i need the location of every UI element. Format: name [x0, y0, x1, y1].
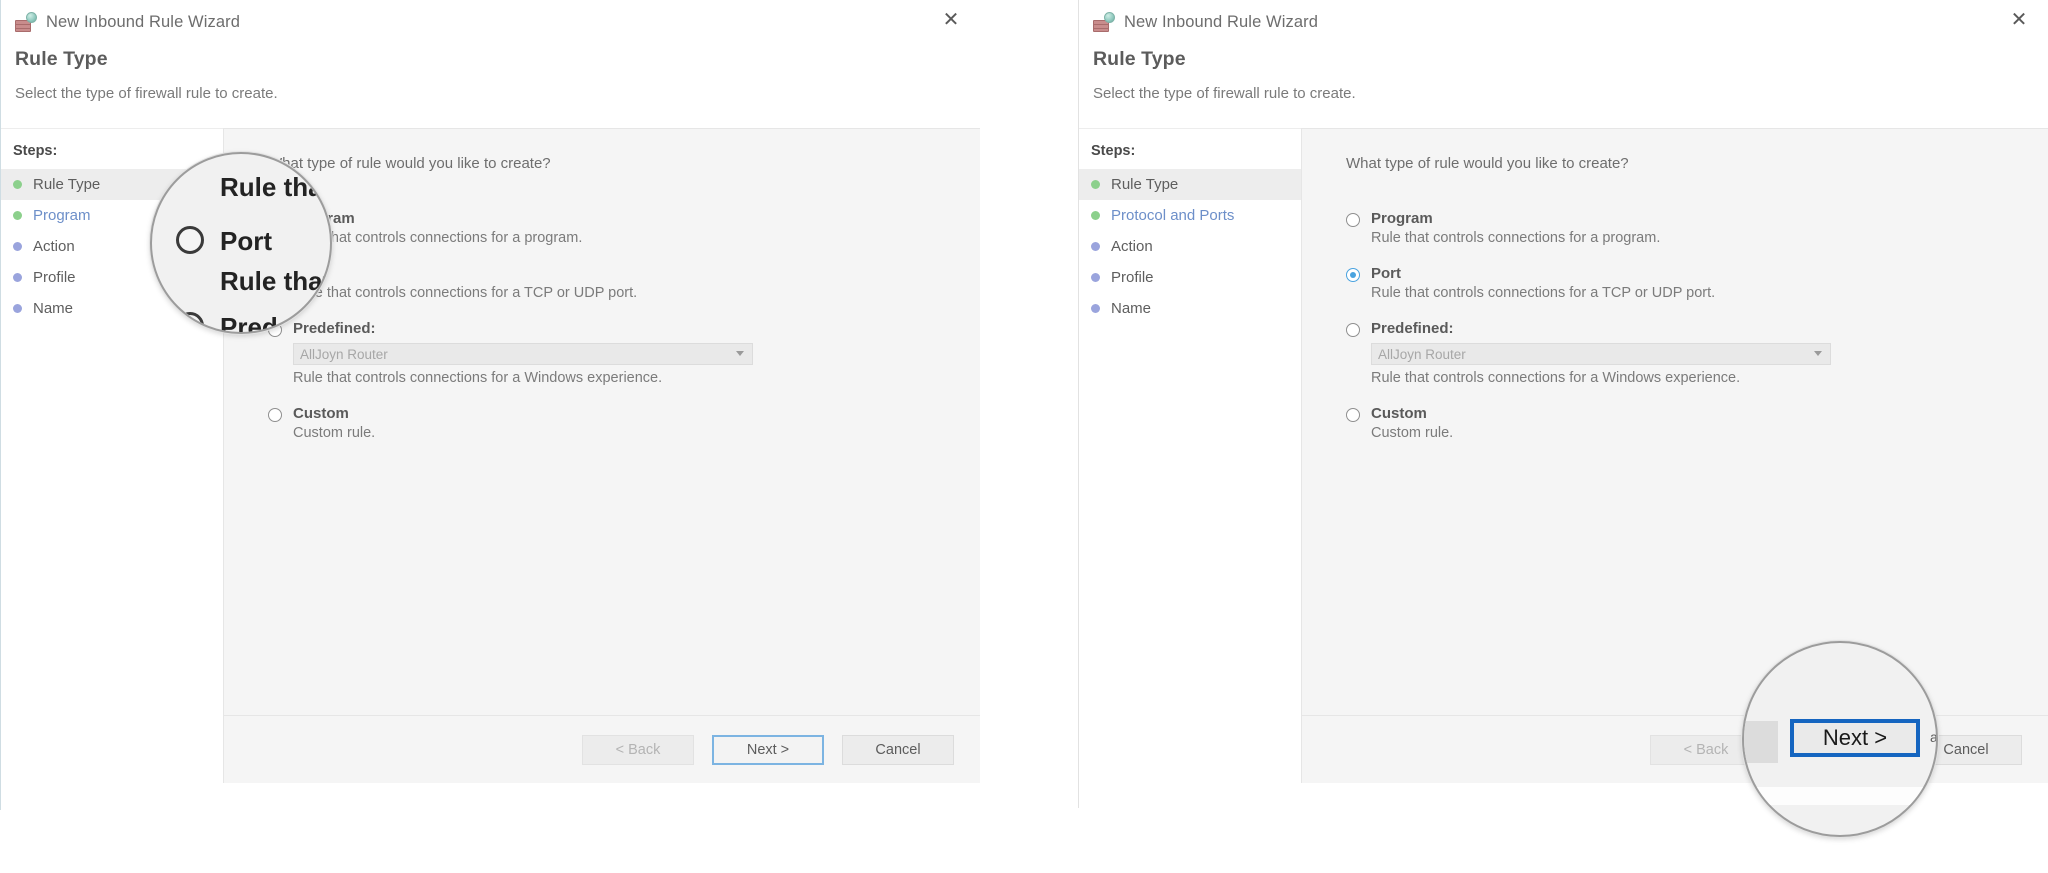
sidebar-item-label: Rule Type — [33, 176, 101, 193]
radio-option-predefined[interactable]: Predefined: — [268, 320, 980, 337]
step-dot-icon — [13, 211, 22, 220]
left-footer: < Back Next > Cancel — [223, 715, 980, 783]
sidebar-item-name[interactable]: Name — [1079, 293, 1301, 324]
step-dot-icon — [13, 304, 22, 313]
radio-description: Custom rule. — [1371, 425, 1454, 441]
predefined-rule-value: AllJoyn Router — [300, 346, 388, 362]
radio-label: Custom — [1371, 405, 1427, 422]
predefined-rule-value: AllJoyn Router — [1378, 346, 1466, 362]
magnified-radio-icon-predefined — [176, 312, 204, 332]
radio-description: Rule that controls connections for a TCP… — [1371, 285, 1716, 301]
sidebar-item-label: Rule Type — [1111, 176, 1179, 193]
radio-label: Custom — [293, 405, 349, 422]
radio-description: Rule that controls connections for a Win… — [1371, 370, 1741, 386]
sidebar-item-rule-type[interactable]: Rule Type — [1079, 169, 1301, 200]
sidebar-item-label: Name — [33, 300, 74, 317]
close-icon[interactable]: ✕ — [930, 4, 972, 34]
chevron-down-icon — [736, 351, 744, 356]
magnifier-content: Rule that Port Rule that co Predefi — [152, 154, 330, 332]
magnified-text-line-3: Rule that co — [220, 266, 332, 296]
radio-description: Rule that controls connections for a pro… — [1371, 230, 1661, 246]
page-title: Rule Type — [15, 48, 108, 70]
magnified-text-line-1: Rule that — [220, 172, 332, 202]
sidebar-item-label: Name — [1111, 300, 1152, 317]
magnified-next-button: Next > — [1790, 719, 1920, 757]
radio-option-port[interactable]: Port — [268, 265, 980, 282]
magnifier-content: Next > ancel — [1744, 643, 1936, 835]
step-dot-icon — [13, 242, 22, 251]
back-button[interactable]: < Back — [582, 734, 694, 765]
right-titlebar: New Inbound Rule Wizard ✕ — [1079, 0, 2048, 44]
port-option-magnifier: Rule that Port Rule that co Predefi — [150, 152, 332, 334]
left-header: Rule Type Select the type of firewall ru… — [1, 44, 980, 112]
step-dot-icon — [13, 180, 22, 189]
radio-label: Predefined: — [1371, 320, 1454, 337]
radio-description: Rule that controls connections for a pro… — [293, 230, 583, 246]
sidebar-item-protocol-and-ports[interactable]: Protocol and Ports — [1079, 200, 1301, 231]
radio-option-predefined[interactable]: Predefined: — [1346, 320, 2048, 337]
step-dot-icon — [1091, 211, 1100, 220]
page-subtitle: Select the type of firewall rule to crea… — [1093, 85, 1356, 102]
sidebar-item-label: Action — [33, 238, 75, 255]
chevron-down-icon — [1814, 351, 1822, 356]
step-dot-icon — [13, 273, 22, 282]
rule-type-question: What type of rule would you like to crea… — [268, 155, 551, 172]
radio-description: Rule that controls connections for a TCP… — [293, 285, 638, 301]
magnified-radio-icon-port — [176, 226, 204, 254]
close-icon[interactable]: ✕ — [1998, 4, 2040, 34]
cancel-button[interactable]: Cancel — [842, 734, 954, 765]
magnified-text-line-4: Predefi — [220, 312, 309, 334]
sidebar-item-label: Protocol and Ports — [1111, 207, 1235, 224]
radio-option-port[interactable]: Port — [1346, 265, 2048, 282]
window-title: New Inbound Rule Wizard — [46, 12, 240, 31]
right-steps-pane: Steps: Rule Type Protocol and Ports Acti… — [1079, 128, 1301, 783]
step-dot-icon — [1091, 273, 1100, 282]
magnified-footer-edge — [1744, 787, 1936, 805]
radio-description: Rule that controls connections for a Win… — [293, 370, 663, 386]
sidebar-item-profile[interactable]: Profile — [1079, 262, 1301, 293]
sidebar-item-label: Profile — [1111, 269, 1154, 286]
left-titlebar: New Inbound Rule Wizard ✕ — [1, 0, 980, 44]
radio-icon[interactable] — [1346, 268, 1360, 282]
radio-description: Custom rule. — [293, 425, 376, 441]
predefined-rule-dropdown[interactable]: AllJoyn Router — [293, 343, 753, 365]
window-title: New Inbound Rule Wizard — [1124, 12, 1318, 31]
rule-type-question: What type of rule would you like to crea… — [1346, 155, 1629, 172]
sidebar-item-label: Action — [1111, 238, 1153, 255]
sidebar-item-label: Program — [33, 207, 91, 224]
radio-label: Program — [1371, 210, 1433, 227]
page-title: Rule Type — [1093, 48, 1186, 70]
left-content-pane: What type of rule would you like to crea… — [223, 128, 980, 783]
magnified-text-line-2: Port — [220, 226, 272, 256]
radio-option-custom[interactable]: Custom — [268, 405, 980, 422]
step-dot-icon — [1091, 304, 1100, 313]
right-header: Rule Type Select the type of firewall ru… — [1079, 44, 2048, 112]
steps-heading: Steps: — [1091, 143, 1136, 159]
radio-icon[interactable] — [1346, 323, 1360, 337]
step-dot-icon — [1091, 180, 1100, 189]
screenshot-root: New Inbound Rule Wizard ✕ Rule Type Sele… — [0, 0, 2048, 873]
sidebar-item-action[interactable]: Action — [1079, 231, 1301, 262]
radio-option-program[interactable]: Program — [1346, 210, 2048, 227]
page-subtitle: Select the type of firewall rule to crea… — [15, 85, 278, 102]
left-body: Steps: Rule Type Program Action Profile — [1, 128, 980, 783]
radio-option-program[interactable]: Program — [268, 210, 980, 227]
predefined-rule-dropdown[interactable]: AllJoyn Router — [1371, 343, 1831, 365]
left-wizard-dialog: New Inbound Rule Wizard ✕ Rule Type Sele… — [0, 0, 980, 810]
radio-option-custom[interactable]: Custom — [1346, 405, 2048, 422]
magnified-back-button — [1744, 721, 1778, 763]
radio-icon[interactable] — [1346, 213, 1360, 227]
step-dot-icon — [1091, 242, 1100, 251]
next-button[interactable]: Next > — [712, 734, 824, 765]
next-button-magnifier: Next > ancel — [1742, 641, 1938, 837]
radio-label: Port — [1371, 265, 1401, 282]
radio-icon[interactable] — [268, 408, 282, 422]
radio-icon[interactable] — [1346, 408, 1360, 422]
sidebar-item-label: Profile — [33, 269, 76, 286]
firewall-brick-globe-icon — [15, 12, 37, 32]
magnified-cancel-fragment: ancel — [1930, 729, 1938, 745]
firewall-brick-globe-icon — [1093, 12, 1115, 32]
